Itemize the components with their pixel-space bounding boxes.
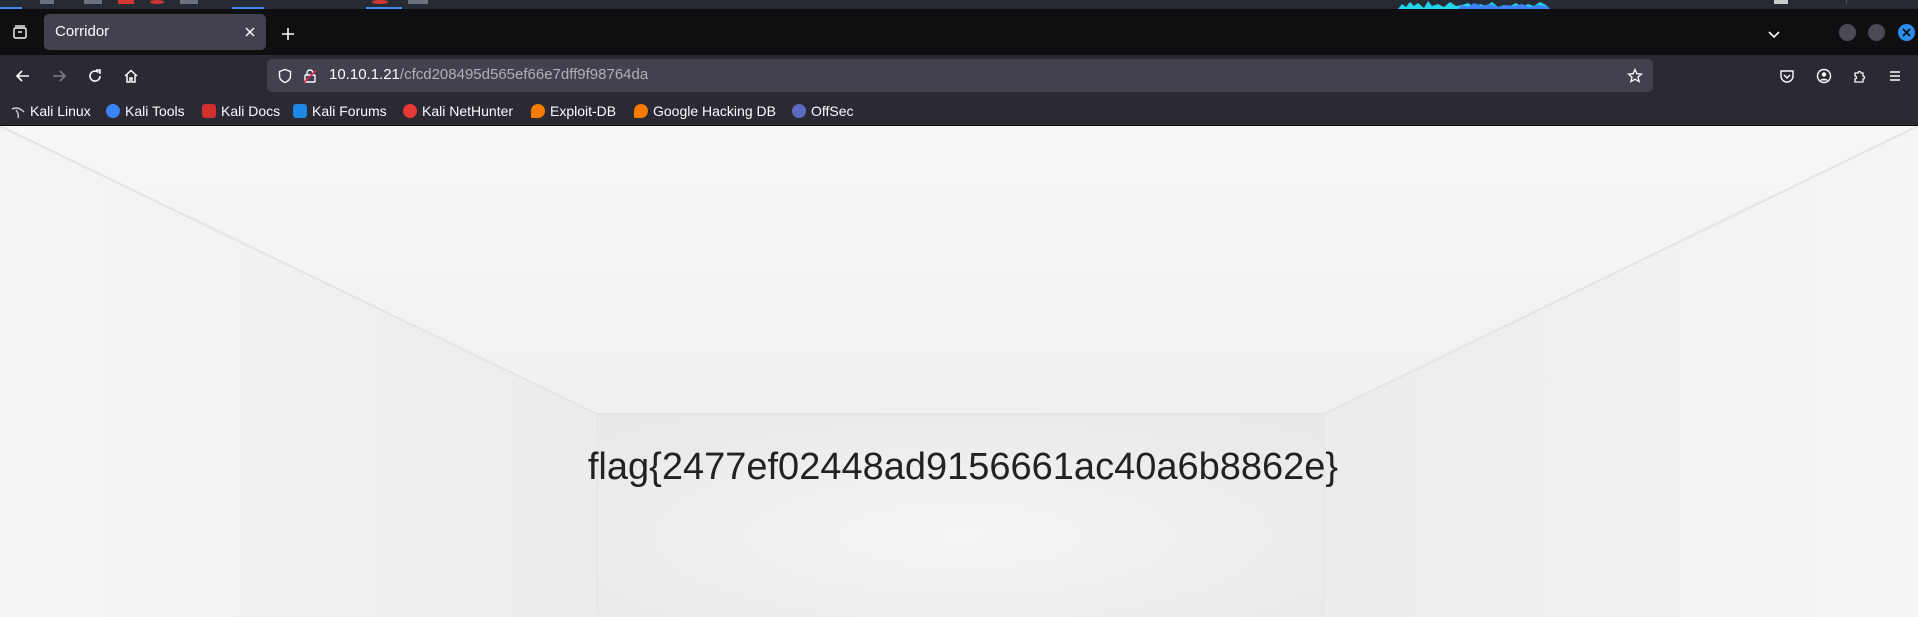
bookmark-exploit-db[interactable]: Exploit-DB	[531, 100, 616, 122]
kali-forums-icon	[293, 104, 307, 118]
url-bar[interactable]: 10.10.1.21/cfcd208495d565ef66e7dff9f9876…	[267, 59, 1653, 92]
puzzle-icon	[1854, 70, 1866, 83]
taskbar-app-icon[interactable]	[372, 0, 388, 4]
site-info-button[interactable]	[300, 66, 320, 86]
close-tab-button[interactable]	[240, 22, 260, 42]
tab-title: Corridor	[55, 23, 110, 40]
app-menu-button[interactable]	[1882, 63, 1908, 89]
star-icon	[1627, 68, 1643, 83]
arrow-right-icon	[53, 70, 67, 82]
bookmark-google-hacking-db[interactable]: Google Hacking DB	[634, 100, 776, 122]
bookmark-offsec[interactable]: OffSec	[792, 100, 854, 122]
taskbar-app-icon[interactable]	[408, 0, 428, 4]
tray-divider	[1846, 0, 1847, 4]
tab-list-button[interactable]	[6, 19, 34, 45]
tab-strip: Corridor	[0, 9, 1918, 55]
bookmark-kali-linux[interactable]: Kali Linux	[11, 100, 91, 122]
hamburger-menu-icon	[1890, 71, 1900, 81]
close-icon	[245, 27, 255, 37]
exploit-db-icon	[531, 104, 545, 118]
reload-button[interactable]	[80, 61, 110, 91]
tracking-protection-button[interactable]	[275, 66, 295, 86]
home-button[interactable]	[116, 61, 146, 91]
window-maximize-button[interactable]	[1868, 24, 1885, 41]
navigation-toolbar: 10.10.1.21/cfcd208495d565ef66e7dff9f9876…	[0, 55, 1918, 97]
bookmark-kali-tools[interactable]: Kali Tools	[106, 100, 185, 122]
back-button[interactable]	[8, 61, 38, 91]
bookmark-kali-nethunter[interactable]: Kali NetHunter	[403, 100, 513, 122]
account-button[interactable]	[1811, 63, 1837, 89]
bookmark-label: Kali NetHunter	[422, 103, 514, 119]
window-minimize-button[interactable]	[1839, 24, 1856, 41]
bookmark-label: Kali Linux	[30, 103, 91, 119]
shield-icon	[278, 68, 292, 84]
arrow-left-icon	[15, 70, 29, 82]
window-close-button[interactable]	[1898, 24, 1915, 41]
url-path: /cfcd208495d565ef66e7dff9f98764da	[399, 66, 649, 83]
bookmark-label: Kali Tools	[125, 103, 185, 119]
os-taskbar	[0, 0, 1918, 9]
taskbar-app-icon[interactable]	[150, 0, 164, 4]
bookmark-label: OffSec	[811, 103, 854, 119]
chevron-down-icon	[1768, 31, 1780, 39]
offsec-icon	[792, 104, 806, 118]
taskbar-app-icon[interactable]	[84, 0, 102, 4]
bookmark-kali-docs[interactable]: Kali Docs	[202, 100, 280, 122]
page-content: flag{2477ef02448ad9156661ac40a6b8862e}	[0, 126, 1918, 617]
reload-icon	[89, 69, 101, 82]
flag-text-container: flag{2477ef02448ad9156661ac40a6b8862e}	[0, 446, 1918, 489]
tab-corridor[interactable]: Corridor	[44, 14, 266, 50]
kali-nethunter-icon	[403, 104, 417, 118]
corridor-background	[0, 126, 1918, 617]
home-icon	[124, 69, 138, 83]
tray-icon[interactable]	[1774, 0, 1788, 4]
tab-list-icon	[13, 25, 27, 39]
forward-button[interactable]	[44, 61, 74, 91]
account-icon	[1816, 68, 1832, 84]
pocket-button[interactable]	[1774, 63, 1800, 89]
taskbar-app-icon[interactable]	[118, 0, 134, 4]
plus-icon	[282, 28, 294, 40]
google-hacking-db-icon	[634, 104, 648, 118]
kali-docs-icon	[202, 104, 216, 118]
bookmarks-toolbar: Kali Linux Kali Tools Kali Docs Kali For…	[0, 97, 1918, 126]
bookmark-label: Kali Forums	[312, 103, 387, 119]
taskbar-app-icon[interactable]	[180, 0, 198, 4]
url-host: 10.10.1.21	[329, 66, 400, 83]
url-text[interactable]: 10.10.1.21/cfcd208495d565ef66e7dff9f9876…	[329, 66, 648, 83]
kali-tools-icon	[106, 104, 120, 118]
extensions-button[interactable]	[1847, 63, 1873, 89]
taskbar-app-icon[interactable]	[40, 0, 54, 4]
cpu-graph	[1398, 1, 1550, 9]
flag-text: flag{2477ef02448ad9156661ac40a6b8862e}	[587, 446, 1339, 488]
lock-icon	[303, 69, 317, 84]
close-icon	[1902, 28, 1911, 37]
bookmark-kali-forums[interactable]: Kali Forums	[293, 100, 387, 122]
new-tab-button[interactable]	[276, 22, 300, 46]
pocket-icon	[1780, 70, 1794, 83]
bookmark-label: Kali Docs	[221, 103, 281, 119]
bookmark-label: Google Hacking DB	[653, 103, 776, 119]
list-all-tabs-button[interactable]	[1762, 22, 1786, 46]
kali-dragon-icon	[11, 104, 25, 119]
bookmark-page-button[interactable]	[1625, 66, 1645, 86]
bookmark-label: Exploit-DB	[550, 103, 617, 119]
